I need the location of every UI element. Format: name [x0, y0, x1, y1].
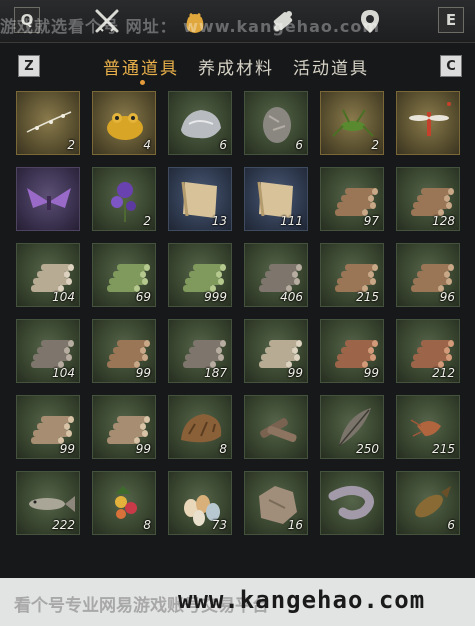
item-count: 6 — [447, 518, 455, 532]
inventory-slot[interactable]: 4 — [92, 91, 156, 155]
item-count: 215 — [432, 442, 455, 456]
item-count: 13 — [211, 214, 227, 228]
item-count: 4 — [143, 138, 151, 152]
item-count: 111 — [280, 214, 303, 228]
inventory-grid: 2 4 6 6 2 2 13 111 97 128 104 69 999 406 215 96 104 99 187… — [0, 0, 475, 626]
inventory-slot[interactable]: 6 — [168, 91, 232, 155]
item-count: 6 — [219, 138, 227, 152]
inventory-slot[interactable]: 96 — [396, 243, 460, 307]
inventory-slot[interactable]: 250 — [320, 395, 384, 459]
inventory-slot[interactable]: 99 — [320, 319, 384, 383]
item-count: 250 — [356, 442, 379, 456]
inventory-slot[interactable]: 16 — [244, 471, 308, 535]
item-count: 104 — [52, 366, 75, 380]
inventory-slot[interactable]: 73 — [168, 471, 232, 535]
item-count: 215 — [356, 290, 379, 304]
inventory-slot[interactable]: 111 — [244, 167, 308, 231]
item-count: 2 — [143, 214, 151, 228]
item-count: 128 — [432, 214, 455, 228]
inventory-slot[interactable]: 99 — [16, 395, 80, 459]
inventory-slot[interactable]: 215 — [396, 395, 460, 459]
item-count: 97 — [363, 214, 379, 228]
inventory-slot[interactable]: 222 — [16, 471, 80, 535]
item-count: 73 — [211, 518, 227, 532]
item-count: 406 — [280, 290, 303, 304]
inventory-slot[interactable]: 99 — [92, 395, 156, 459]
item-count: 6 — [295, 138, 303, 152]
item-count: 212 — [432, 366, 455, 380]
inventory-slot[interactable]: 8 — [168, 395, 232, 459]
item-count: 187 — [204, 366, 227, 380]
inventory-slot[interactable]: 2 — [16, 91, 80, 155]
inventory-slot[interactable]: 2 — [320, 91, 384, 155]
inventory-slot[interactable]: 99 — [244, 319, 308, 383]
inventory-slot[interactable]: 69 — [92, 243, 156, 307]
inventory-slot[interactable]: 406 — [244, 243, 308, 307]
item-count: 69 — [135, 290, 151, 304]
inventory-slot[interactable]: 2 — [92, 167, 156, 231]
inventory-slot[interactable] — [320, 471, 384, 535]
inventory-slot[interactable] — [244, 395, 308, 459]
inventory-slot[interactable]: 13 — [168, 167, 232, 231]
inventory-slot[interactable]: 104 — [16, 319, 80, 383]
item-count: 8 — [219, 442, 227, 456]
watermark-bottom-url: www.kangehao.com — [178, 586, 426, 614]
item-count: 222 — [52, 518, 75, 532]
inventory-slot[interactable]: 999 — [168, 243, 232, 307]
item-count: 99 — [135, 442, 151, 456]
inventory-slot[interactable]: 6 — [396, 471, 460, 535]
inventory-slot[interactable]: 8 — [92, 471, 156, 535]
inventory-slot[interactable]: 97 — [320, 167, 384, 231]
item-count: 16 — [287, 518, 303, 532]
item-count: 96 — [439, 290, 455, 304]
inventory-slot[interactable]: 187 — [168, 319, 232, 383]
inventory-slot[interactable] — [16, 167, 80, 231]
inventory-slot[interactable]: 104 — [16, 243, 80, 307]
inventory-slot[interactable]: 215 — [320, 243, 384, 307]
item-count: 99 — [135, 366, 151, 380]
item-count: 99 — [363, 366, 379, 380]
item-count: 2 — [67, 138, 75, 152]
watermark-bottom: 看个号专业网易游戏账号交易平台 www.kangehao.com — [0, 578, 475, 626]
item-count: 99 — [59, 442, 75, 456]
item-count: 999 — [204, 290, 227, 304]
inventory-slot[interactable]: 99 — [92, 319, 156, 383]
inventory-slot[interactable]: 212 — [396, 319, 460, 383]
item-count: 104 — [52, 290, 75, 304]
item-count: 99 — [287, 366, 303, 380]
item-count: 2 — [371, 138, 379, 152]
inventory-slot[interactable] — [396, 91, 460, 155]
item-count: 8 — [143, 518, 151, 532]
inventory-slot[interactable]: 128 — [396, 167, 460, 231]
inventory-slot[interactable]: 6 — [244, 91, 308, 155]
